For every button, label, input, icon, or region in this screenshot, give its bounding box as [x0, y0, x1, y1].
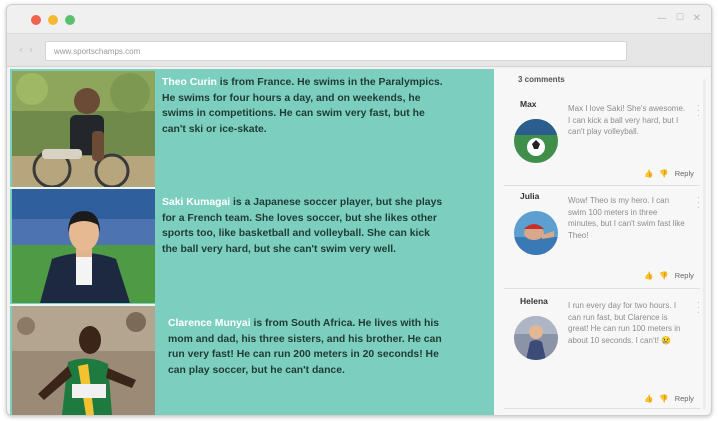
comments-count: 3 comments [518, 75, 565, 84]
comment-actions: 👍 👎 Reply [644, 271, 700, 280]
kebab-menu-icon[interactable]: · · · [697, 298, 700, 318]
avatar [514, 119, 558, 163]
athlete-card-saki: Saki Kumagai is a Japanese soccer player… [10, 187, 494, 304]
kebab-menu-icon[interactable]: · · · [697, 101, 700, 121]
title-bar: — ☐ ✕ [7, 5, 711, 33]
minimize-window-dot[interactable] [48, 15, 58, 25]
close-window-dot[interactable] [31, 15, 41, 25]
avatar [514, 211, 558, 255]
thumbs-down-icon[interactable]: 👎 [659, 169, 668, 178]
comment-author: Max [520, 99, 537, 109]
maximize-icon[interactable]: ☐ [676, 13, 684, 23]
kebab-menu-icon[interactable]: · · · [697, 193, 700, 213]
reply-link[interactable]: Reply [675, 394, 694, 403]
thumbs-down-icon[interactable]: 👎 [659, 394, 668, 403]
athlete-photo-saki [12, 189, 155, 303]
thumbs-up-icon[interactable]: 👍 [644, 271, 653, 280]
comment-divider [504, 288, 700, 289]
comments-scrollbar[interactable] [703, 79, 706, 409]
back-forward-icon[interactable]: ‹ › [19, 43, 34, 56]
comment-divider [504, 185, 700, 186]
athlete-name-saki: Saki Kumagai [162, 197, 231, 208]
thumbs-down-icon[interactable]: 👎 [659, 271, 668, 280]
comment-divider [504, 408, 700, 409]
comment-author: Helena [520, 296, 548, 306]
minimize-icon[interactable]: — [657, 13, 667, 24]
close-icon[interactable]: ✕ [693, 13, 701, 24]
thumbs-up-icon[interactable]: 👍 [644, 169, 653, 178]
athlete-name-theo: Theo Curin [162, 77, 217, 88]
url-field[interactable]: www.sportschamps.com [45, 41, 627, 61]
thumbs-up-icon[interactable]: 👍 [644, 394, 653, 403]
reply-link[interactable]: Reply [675, 271, 694, 280]
address-bar-row: ‹ › www.sportschamps.com [7, 33, 711, 67]
browser-window: — ☐ ✕ ‹ › www.sportschamps.com Theo Curi… [6, 4, 712, 416]
page-content: Theo Curin is from France. He swims in t… [10, 69, 710, 415]
comments-panel: 3 comments Max Max I love Saki! She's aw… [494, 69, 710, 415]
comment-text: Max I love Saki! She's awesome. I can ki… [568, 104, 686, 137]
athlete-bio-clarence: Clarence Munyai is from South Africa. He… [168, 318, 442, 376]
athlete-photo-clarence [12, 306, 155, 415]
athlete-bio-saki: Saki Kumagai is a Japanese soccer player… [162, 197, 443, 255]
athlete-card-theo: Theo Curin is from France. He swims in t… [10, 69, 494, 187]
maximize-window-dot[interactable] [65, 15, 75, 25]
athletes-panel: Theo Curin is from France. He swims in t… [10, 69, 494, 415]
comment-text: I run every day for two hours. I can run… [568, 301, 681, 345]
comment-author: Julia [520, 191, 540, 201]
athlete-name-clarence: Clarence Munyai [168, 318, 251, 329]
comment-text: Wow! Theo is my hero. I can swim 100 met… [568, 196, 685, 240]
athlete-photo-theo [12, 71, 155, 187]
athlete-card-clarence: Clarence Munyai is from South Africa. He… [10, 304, 494, 415]
avatar [514, 316, 558, 360]
comment-actions: 👍 👎 Reply [644, 169, 700, 178]
athlete-bio-theo: Theo Curin is from France. He swims in t… [162, 77, 443, 135]
comment-actions: 👍 👎 Reply [644, 394, 700, 403]
reply-link[interactable]: Reply [675, 169, 694, 178]
